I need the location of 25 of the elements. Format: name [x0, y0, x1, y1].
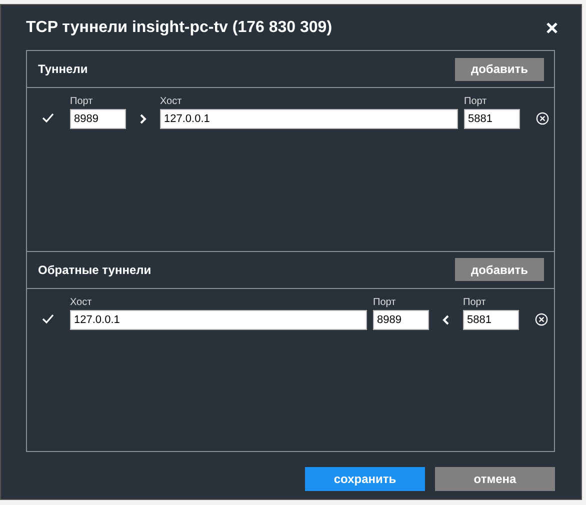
- port-field[interactable]: 5881: [463, 310, 519, 330]
- section-title: Обратные туннели: [38, 262, 152, 276]
- chevron-left-icon: [442, 314, 450, 324]
- field-label: Хост: [160, 96, 183, 107]
- host-field[interactable]: 127.0.0.1: [70, 310, 367, 330]
- port-field[interactable]: 8989: [373, 310, 429, 330]
- field-label: Хост: [70, 296, 93, 308]
- port-field[interactable]: 8989: [70, 109, 126, 129]
- checkbox[interactable]: [42, 312, 54, 324]
- chevron-right-icon: [139, 114, 147, 124]
- host-field[interactable]: 127.0.0.1: [160, 109, 458, 129]
- field-label: Порт: [373, 296, 397, 308]
- field-label: Порт: [463, 296, 487, 308]
- remove-icon[interactable]: [535, 312, 548, 326]
- section-title: Туннели: [38, 62, 88, 76]
- remove-icon[interactable]: [536, 112, 549, 125]
- add-button[interactable]: добавить: [455, 58, 544, 80]
- checkbox[interactable]: [42, 112, 54, 124]
- dialog-title: TCP туннели insight-pc-tv (176 830 309): [26, 18, 332, 36]
- port-field[interactable]: 5881: [464, 109, 520, 129]
- field-label: Порт: [70, 96, 94, 107]
- field-label: Порт: [464, 96, 488, 107]
- close-icon[interactable]: [546, 22, 558, 34]
- add-button[interactable]: добавить: [455, 258, 544, 281]
- cancel-button[interactable]: отмена: [435, 467, 555, 491]
